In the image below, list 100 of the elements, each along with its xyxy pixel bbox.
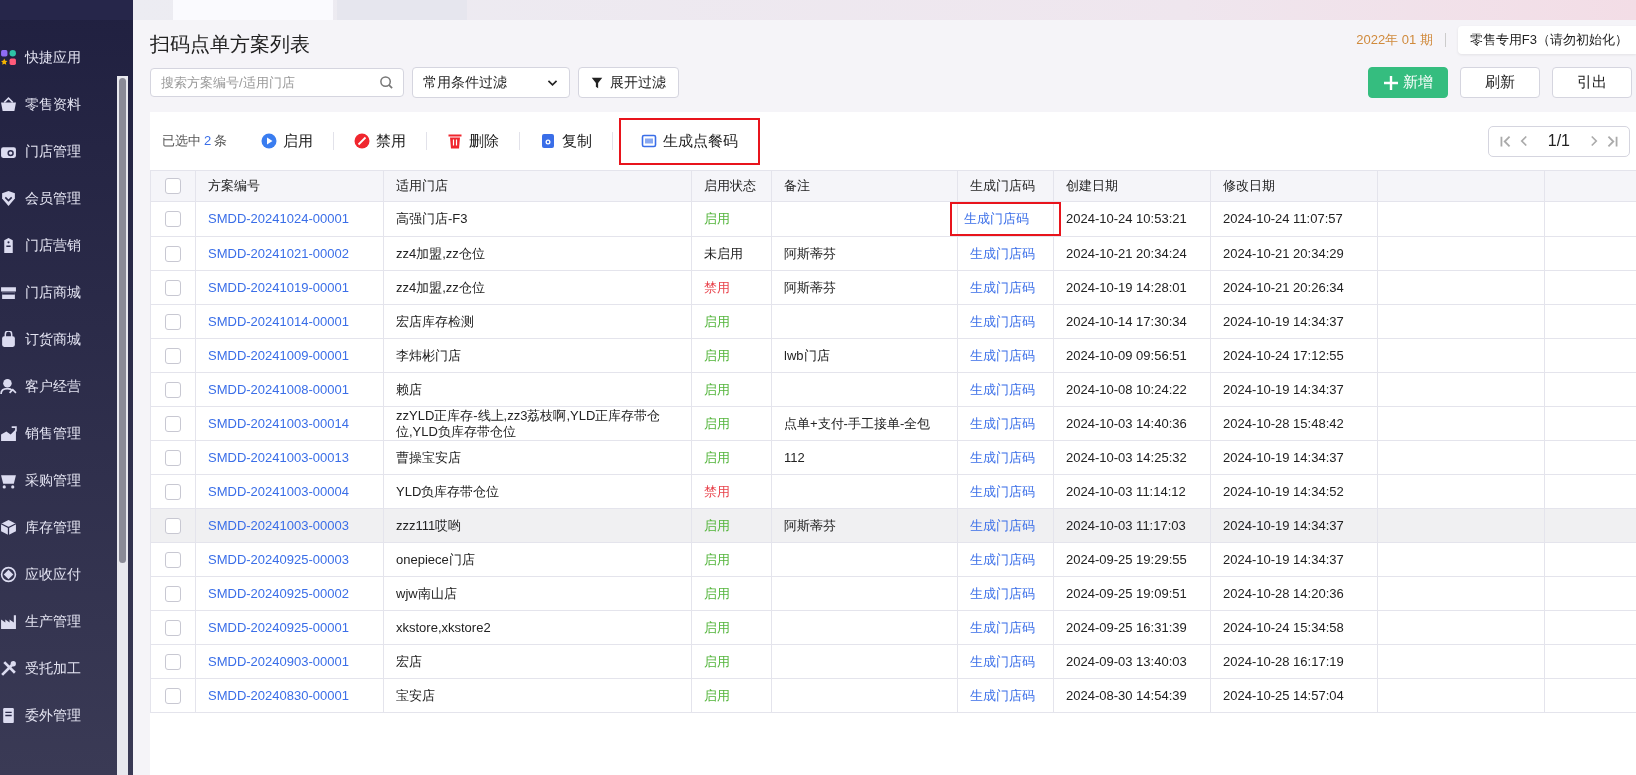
preset-filter-dropdown[interactable]: 常用条件过滤 (412, 67, 570, 98)
select-all-checkbox[interactable] (165, 178, 181, 195)
sidebar-item[interactable]: 门店商城 (0, 279, 87, 306)
table-cell: 2024-10-24 11:07:57 (1210, 201, 1378, 237)
expand-filter-button[interactable]: 展开过滤 (578, 67, 679, 98)
table-cell: 2024-10-28 14:20:36 (1210, 576, 1378, 611)
sidebar-item[interactable]: 委外管理 (0, 702, 87, 729)
cart-icon (0, 472, 17, 489)
sidebar-item[interactable]: 销售管理 (0, 420, 87, 447)
table-row[interactable]: SMDD-20240925-00001 xkstore,xkstore2 启用 生成门店码 2024-09-25 16:31:39 2024-10-24 15:34:58 (150, 610, 1636, 645)
row-checkbox[interactable] (165, 653, 181, 670)
table-row[interactable]: SMDD-20241014-00001 宏店库存检测 启用 生成门店码 2024-10-14 17:30:34 2024-10-19 14:34:37 (150, 304, 1636, 339)
row-checkbox[interactable] (165, 517, 181, 534)
table-cell: 2024-10-14 17:30:34 (1053, 304, 1211, 339)
sidebar-item[interactable]: 门店管理 (0, 138, 87, 165)
toolbar-button[interactable]: 启用 (247, 121, 328, 161)
table-cell: 宏店库存检测 (383, 304, 692, 339)
status-text: 启用 (691, 610, 772, 645)
row-checkbox[interactable] (165, 313, 181, 330)
toolbar-button[interactable]: 生成点餐码 (619, 117, 761, 165)
page-title: 扫码点单方案列表 (150, 32, 310, 57)
table-cell: 2024-10-21 20:26:34 (1210, 270, 1378, 305)
table-cell: 2024-09-25 19:29:55 (1053, 542, 1211, 577)
table-row[interactable]: SMDD-20240925-00002 wjw南山店 启用 生成门店码 2024-09-25 19:09:51 2024-10-28 14:20:36 (150, 576, 1636, 611)
column-header[interactable]: 启用状态 (691, 170, 772, 202)
sidebar-item[interactable]: 生产管理 (0, 608, 87, 635)
table-cell: 2024-10-03 14:25:32 (1053, 440, 1211, 475)
account-name[interactable]: 零售专用F3（请勿初始化） (1457, 26, 1636, 54)
row-checkbox[interactable] (165, 415, 181, 432)
table-cell: zzYLD正库存-线上,zz3荔枝啊,YLD正库存带仓位,YLD负库存带仓位 (383, 406, 692, 441)
table-cell: 2024-09-03 13:40:03 (1053, 644, 1211, 679)
table-cell: 2024-08-30 14:54:39 (1053, 678, 1211, 713)
table-row[interactable]: SMDD-20241003-00014 zzYLD正库存-线上,zz3荔枝啊,YLD正库存带仓位,YLD负库存带仓位 启用 点单+支付-手工接单-全包 生成门店码 2024-10-03 14:40:36 2024-10-28 15:48:42 (150, 406, 1636, 441)
status-text: 禁用 (691, 270, 772, 305)
last-page-icon[interactable] (1606, 134, 1619, 148)
row-checkbox[interactable] (165, 279, 181, 296)
sidebar-item[interactable]: 库存管理 (0, 514, 87, 541)
row-checkbox[interactable] (165, 245, 181, 262)
trend-icon (0, 425, 17, 442)
table-row[interactable]: SMDD-20240830-00001 宝安店 启用 生成门店码 2024-08-30 14:54:39 2024-10-25 14:57:04 (150, 678, 1636, 713)
status-text: 启用 (691, 678, 772, 713)
table-row[interactable]: SMDD-20241024-00001 高强门店-F3 启用 生成门店码 2024-10-24 10:53:21 2024-10-24 11:07:57 (150, 201, 1636, 237)
table-cell: 宏店 (383, 644, 692, 679)
no-entry-icon (354, 133, 371, 149)
table-row[interactable]: SMDD-20241019-00001 zz4加盟,zz仓位 禁用 阿斯蒂芬 生成门店码 2024-10-19 14:28:01 2024-10-21 20:26:34 (150, 270, 1636, 305)
row-checkbox[interactable] (165, 449, 181, 466)
sidebar-item[interactable]: 受托加工 (0, 655, 87, 682)
sidebar-item[interactable]: 订货商城 (0, 326, 87, 353)
table-row[interactable]: SMDD-20241021-00002 zz4加盟,zz仓位 未启用 阿斯蒂芬 生成门店码 2024-10-21 20:34:24 2024-10-21 20:34:29 (150, 236, 1636, 271)
toolbar-button[interactable]: 复制 (526, 121, 607, 161)
table-cell: 2024-10-03 11:17:03 (1053, 508, 1211, 543)
column-header[interactable]: 生成门店码 (957, 170, 1054, 202)
column-header[interactable]: 创建日期 (1053, 170, 1211, 202)
row-checkbox[interactable] (165, 551, 181, 568)
search-field[interactable]: 搜索方案编号/适用门店 (150, 68, 404, 97)
table-cell: lwb门店 (771, 338, 958, 373)
person-icon (0, 378, 17, 395)
column-header[interactable]: 方案编号 (195, 170, 384, 202)
table-row[interactable]: SMDD-20240903-00001 宏店 启用 生成门店码 2024-09-03 13:40:03 2024-10-28 16:17:19 (150, 644, 1636, 679)
column-header[interactable]: 适用门店 (383, 170, 692, 202)
row-checkbox[interactable] (165, 619, 181, 636)
row-checkbox[interactable] (165, 585, 181, 602)
row-checkbox[interactable] (165, 483, 181, 500)
row-checkbox[interactable] (165, 211, 181, 228)
sidebar-item[interactable]: 采购管理 (0, 467, 87, 494)
table-cell: 2024-10-24 17:12:55 (1210, 338, 1378, 373)
cube-icon (0, 519, 17, 536)
generate-store-code-link[interactable]: 生成门店码 (950, 202, 1061, 236)
table-cell: 2024-10-28 16:17:19 (1210, 644, 1378, 679)
table-row[interactable]: SMDD-20241008-00001 赖店 启用 生成门店码 2024-10-08 10:24:22 2024-10-19 14:34:37 (150, 372, 1636, 407)
status-text: 启用 (691, 338, 772, 373)
status-text: 启用 (691, 372, 772, 407)
sidebar-item[interactable]: 门店营销 (0, 232, 87, 259)
row-checkbox[interactable] (165, 381, 181, 398)
table-cell: 阿斯蒂芬 (771, 508, 958, 543)
sidebar-item[interactable]: 客户经营 (0, 373, 87, 400)
column-header[interactable]: 修改日期 (1210, 170, 1378, 202)
table-cell: 2024-10-19 14:34:37 (1210, 542, 1378, 577)
column-header[interactable]: 备注 (771, 170, 958, 202)
table-cell: 2024-10-24 15:34:58 (1210, 610, 1378, 645)
sidebar-item[interactable]: 快捷应用 (0, 44, 87, 71)
table-row[interactable]: SMDD-20241009-00001 李炜彬门店 启用 lwb门店 生成门店码 2024-10-09 09:56:51 2024-10-24 17:12:55 (150, 338, 1636, 373)
first-page-icon[interactable] (1498, 134, 1512, 148)
table-cell: 2024-10-19 14:34:37 (1210, 372, 1378, 407)
status-text: 启用 (691, 508, 772, 543)
sidebar-item[interactable]: 零售资料 (0, 91, 87, 118)
toolbar-button[interactable]: 禁用 (340, 121, 421, 161)
action-button[interactable]: 引出 (1552, 67, 1632, 98)
table-row[interactable]: SMDD-20241003-00003 zzz111哎哟 启用 阿斯蒂芬 生成门店码 2024-10-03 11:17:03 2024-10-19 14:34:37 (150, 508, 1636, 543)
action-button[interactable]: 刷新 (1460, 67, 1540, 98)
table-row[interactable]: SMDD-20241003-00004 YLD负库存带仓位 禁用 生成门店码 2024-10-03 11:14:12 2024-10-19 14:34:52 (150, 474, 1636, 509)
table-row[interactable]: SMDD-20240925-00003 onepiece门店 启用 生成门店码 2024-09-25 19:29:55 2024-10-19 14:34:37 (150, 542, 1636, 577)
sidebar-item[interactable]: 应收应付 (0, 561, 87, 588)
row-checkbox[interactable] (165, 347, 181, 364)
sidebar-item[interactable]: 会员管理 (0, 185, 87, 212)
toolbar-button[interactable]: 删除 (433, 121, 514, 161)
row-checkbox[interactable] (165, 687, 181, 704)
table-row[interactable]: SMDD-20241003-00013 曹操宝安店 启用 112 生成门店码 2024-10-03 14:25:32 2024-10-19 14:34:37 (150, 440, 1636, 475)
table-cell: wjw南山店 (383, 576, 692, 611)
scrollbar-thumb[interactable] (119, 78, 126, 563)
